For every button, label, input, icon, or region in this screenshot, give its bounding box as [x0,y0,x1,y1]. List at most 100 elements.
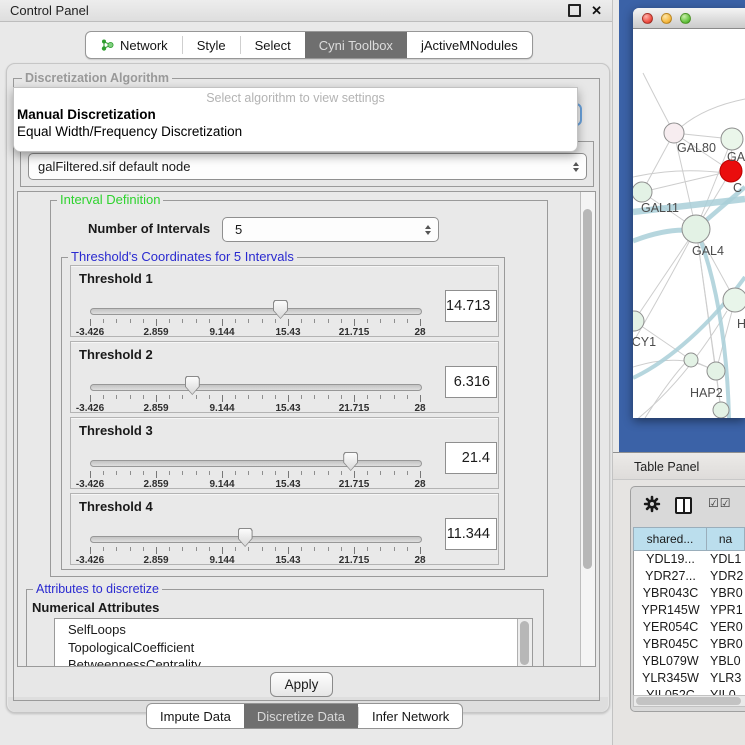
threshold-slider[interactable]: -3.4262.8599.14415.4321.71528 [90,494,420,566]
slider-tick-labels: -3.4262.8599.14415.4321.71528 [90,555,420,566]
cell-shared-name[interactable]: YBR045C [634,636,707,653]
cell-shared-name[interactable]: YER054C [634,619,707,636]
attribute-list-item[interactable]: TopologicalCoefficient [55,639,517,657]
network-node-HAP2[interactable] [707,362,725,380]
table-row[interactable]: YDR27...YDR2 [634,568,745,585]
tab-style[interactable]: Style [183,32,240,58]
cell-shared-name[interactable]: YDL19... [634,551,707,568]
axis-tick-label: 9.144 [209,479,234,490]
tab-select[interactable]: Select [241,32,305,58]
network-node-label: GAL80 [677,141,716,155]
attributes-scrollbar[interactable] [517,619,532,667]
cell-shared-name[interactable]: YIL052C [634,687,707,695]
settings-scrollbar-thumb[interactable] [583,209,592,569]
cell-name[interactable]: YBL0 [707,653,745,670]
attributes-scrollbar-thumb[interactable] [520,621,529,665]
tab-jactivemnodules[interactable]: jActiveMNodules [407,32,532,58]
cell-name[interactable]: YPR1 [707,602,745,619]
slider-thumb[interactable] [343,452,358,471]
axis-tick-label: 9.144 [209,327,234,338]
number-of-intervals-combobox[interactable]: 5 [222,217,439,242]
attribute-list-item[interactable]: BetweennessCentrality [55,656,517,667]
tab-infer-network[interactable]: Infer Network [359,704,462,728]
table-data-combobox[interactable]: galFiltered.sif default node [28,153,587,180]
cell-shared-name[interactable]: YDR27... [634,568,707,585]
table-row[interactable]: YBR045CYBR0 [634,636,745,653]
table-row[interactable]: YLR345WYLR3 [634,670,745,687]
network-canvas[interactable]: GAL80GALCGAL11GAL4GCY1HHAP2 [633,29,745,418]
table-horizontal-scrollbar-thumb[interactable] [636,697,741,705]
threshold-value-field[interactable]: 21.4 [445,442,497,474]
close-icon[interactable]: ✕ [591,4,602,17]
cell-name[interactable]: YER0 [707,619,745,636]
table-row[interactable]: YIL052CYIL0 [634,687,745,695]
network-node-GAL4[interactable] [682,215,710,243]
axis-tick-label: 21.715 [339,479,370,490]
table-row[interactable]: YPR145WYPR1 [634,602,745,619]
tab-cyni-toolbox[interactable]: Cyni Toolbox [305,32,407,58]
cell-shared-name[interactable]: YBR043C [634,585,707,602]
cell-name[interactable]: YBR0 [707,585,745,602]
close-traffic-light-icon[interactable] [642,13,653,24]
axis-tick-label: -3.426 [76,403,104,414]
network-node-node-b1[interactable] [713,402,729,418]
column-header-name[interactable]: na [707,528,745,551]
slider-track[interactable] [90,536,422,543]
axis-tick-label: -3.426 [76,327,104,338]
show-columns-icon[interactable] [675,497,692,514]
numerical-attributes-label: Numerical Attributes [32,600,159,615]
threshold-value-field[interactable]: 11.344 [445,518,497,550]
select-columns-checkboxes-icon[interactable]: ☑☑ [708,496,732,510]
slider-track[interactable] [90,384,422,391]
dropdown-option-equal-width-frequency[interactable]: Equal Width/Frequency Discretization [14,123,577,140]
slider-thumb[interactable] [185,376,200,395]
table-horizontal-scrollbar[interactable] [633,695,745,707]
column-header-shared-name[interactable]: shared... [634,528,707,551]
threshold-slider[interactable]: -3.4262.8599.14415.4321.71528 [90,266,420,338]
cell-name[interactable]: YDL1 [707,551,745,568]
table-row[interactable]: YER054CYER0 [634,619,745,636]
network-node-label: GAL [727,150,745,164]
cell-name[interactable]: YIL0 [707,687,745,695]
zoom-traffic-light-icon[interactable] [680,13,691,24]
threshold-value-field[interactable]: 14.713 [445,290,497,322]
cell-shared-name[interactable]: YBL079W [634,653,707,670]
slider-track[interactable] [90,308,422,315]
network-window-titlebar[interactable] [633,8,745,29]
attribute-list-item[interactable]: SelfLoops [55,621,517,639]
network-node-H-partial[interactable] [723,288,745,312]
cell-name[interactable]: YBR0 [707,636,745,653]
table-row[interactable]: YBL079WYBL0 [634,653,745,670]
gear-icon[interactable] [643,495,661,518]
slider-thumb[interactable] [273,300,288,319]
float-window-icon[interactable] [568,4,581,17]
control-panel-window: Control Panel ✕ Network Style Select Cyn… [0,0,613,745]
threshold-slider[interactable]: -3.4262.8599.14415.4321.71528 [90,342,420,414]
table-row[interactable]: YBR043CYBR0 [634,585,745,602]
tab-network[interactable]: Network [86,32,182,58]
interval-definition-group: Interval Definition Number of Intervals … [50,200,548,577]
slider-track[interactable] [90,460,422,467]
threshold-value-field[interactable]: 6.316 [445,366,497,398]
dropdown-option-manual-discretization[interactable]: Manual Discretization [14,106,577,123]
network-node-GAL-partial[interactable] [721,128,743,150]
network-node-GCY1[interactable] [633,311,644,331]
minimize-traffic-light-icon[interactable] [661,13,672,24]
settings-scrollbar[interactable] [580,192,595,666]
tab-impute-data[interactable]: Impute Data [147,704,244,728]
axis-tick-label: 21.715 [339,403,370,414]
network-node-GAL80[interactable] [664,123,684,143]
slider-thumb[interactable] [238,528,253,547]
tab-label: Select [255,38,291,53]
threshold-slider[interactable]: -3.4262.8599.14415.4321.71528 [90,418,420,490]
network-node-GAL11[interactable] [633,182,652,202]
table-row[interactable]: YDL19...YDL1 [634,551,745,568]
tab-discretize-data[interactable]: Discretize Data [244,704,358,728]
cell-name[interactable]: YDR2 [707,568,745,585]
apply-button[interactable]: Apply [270,672,333,697]
network-node-node-b2[interactable] [684,353,698,367]
cell-shared-name[interactable]: YLR345W [634,670,707,687]
cell-shared-name[interactable]: YPR145W [634,602,707,619]
cell-name[interactable]: YLR3 [707,670,745,687]
node-table-header: shared... na [633,527,745,551]
